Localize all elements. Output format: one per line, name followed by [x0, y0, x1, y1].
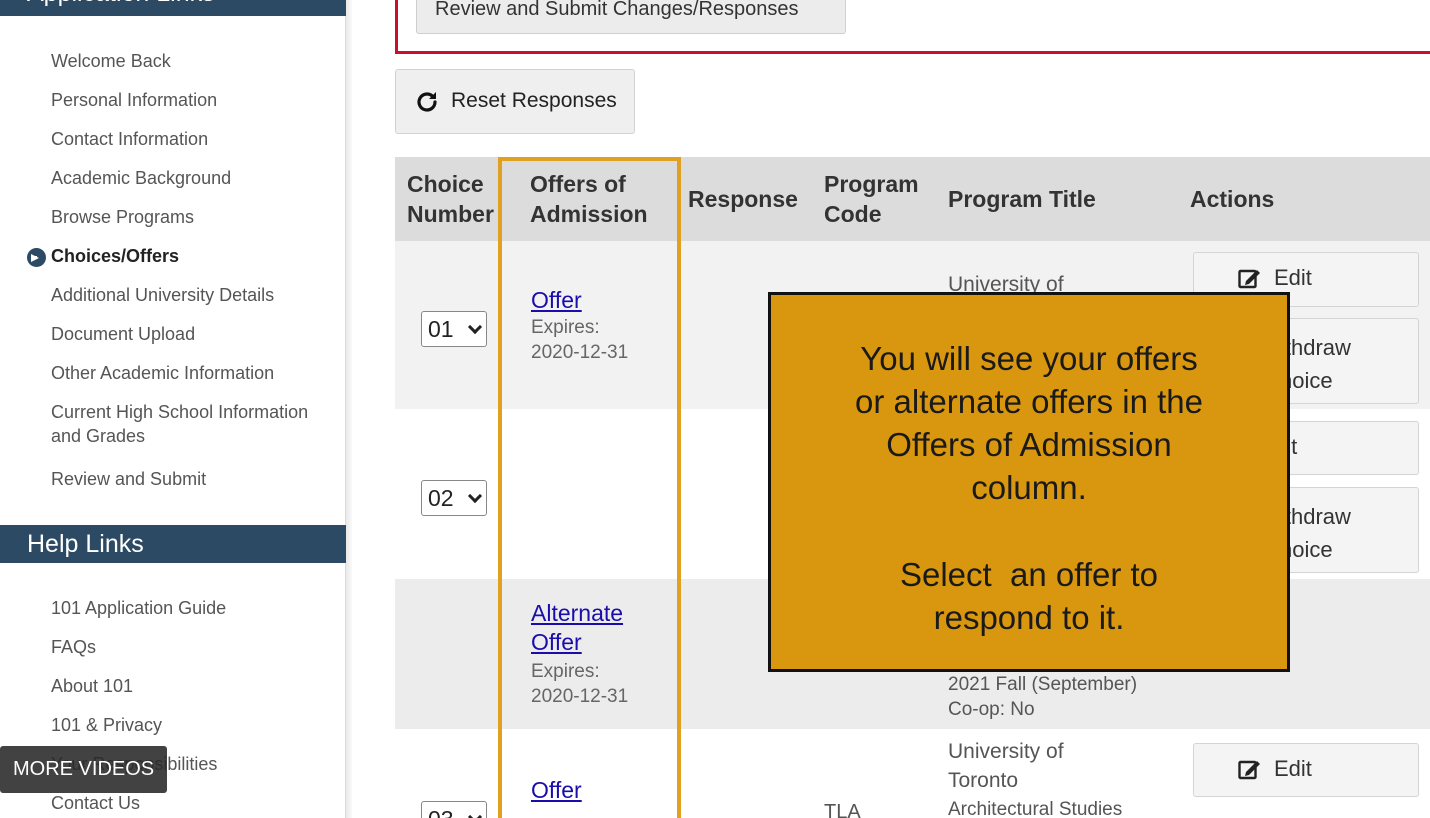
choice-select-value: 01 [428, 316, 454, 342]
chevron-down-icon [467, 319, 483, 335]
choice-select[interactable]: 02 [421, 480, 487, 516]
app-page: Application Links Welcome Back Personal … [0, 0, 1430, 818]
header-choice-line1: Choice [407, 171, 484, 197]
edit-button[interactable]: Edit [1193, 743, 1419, 797]
nav-personal-information[interactable]: Personal Information [51, 88, 341, 112]
nav-contact-us[interactable]: Contact Us [51, 791, 341, 815]
header-code-line1: Program [824, 171, 919, 197]
active-arrow-icon [27, 248, 46, 267]
edit-label: Edit [1274, 756, 1312, 781]
nav-choices-offers[interactable]: Choices/Offers [51, 244, 341, 268]
edit-icon [1238, 269, 1260, 289]
review-submit-button[interactable]: Review and Submit Changes/Responses [416, 0, 846, 34]
nav-additional-university-details[interactable]: Additional University Details [51, 283, 341, 307]
header-choice-line2: Number [407, 201, 494, 227]
callout-line: column. [971, 469, 1087, 506]
choice-select[interactable]: 03 [421, 801, 487, 818]
header-choice-number: Choice Number [407, 169, 494, 229]
edit-icon [1238, 760, 1260, 780]
offers-column-highlight [498, 157, 681, 818]
reset-responses-button[interactable]: Reset Responses [395, 69, 635, 134]
program-title-line3: Architectural Studies [948, 799, 1123, 818]
nav-document-upload[interactable]: Document Upload [51, 322, 341, 346]
header-program-code: Program Code [824, 169, 919, 229]
reset-responses-label: Reset Responses [451, 89, 617, 112]
nav-other-academic-information[interactable]: Other Academic Information [51, 361, 341, 385]
choice-select-value: 03 [428, 806, 454, 818]
program-code: TLA [824, 801, 861, 818]
callout-line: Offers of Admission [886, 426, 1172, 463]
edit-label: Edit [1274, 265, 1312, 290]
callout-paragraph-2: Select an offer to respond to it. [771, 553, 1287, 639]
callout-line: You will see your offers [860, 340, 1198, 377]
nav-application-guide[interactable]: 101 Application Guide [51, 596, 341, 620]
header-program-title: Program Title [948, 186, 1096, 212]
header-code-line2: Code [824, 201, 882, 227]
sidebar: Application Links Welcome Back Personal … [0, 0, 346, 818]
application-links-header: Application Links [0, 0, 346, 16]
help-links-header: Help Links [0, 525, 346, 563]
nav-current-high-school[interactable]: Current High School Information and Grad… [51, 400, 331, 448]
refresh-icon [417, 92, 437, 112]
program-term: 2021 Fall (September) [948, 674, 1138, 695]
nav-academic-background[interactable]: Academic Background [51, 166, 341, 190]
instruction-callout: You will see your offers or alternate of… [768, 292, 1290, 672]
nav-browse-programs[interactable]: Browse Programs [51, 205, 341, 229]
callout-line: or alternate offers in the [855, 383, 1203, 420]
nav-contact-information[interactable]: Contact Information [51, 127, 341, 151]
nav-about[interactable]: About 101 [51, 674, 341, 698]
withdraw-label: ithdraw hoice [1280, 500, 1351, 566]
program-title-line1: University of [948, 740, 1064, 763]
chevron-down-icon [467, 488, 483, 504]
program-title-line2: Toronto [948, 769, 1019, 792]
nav-welcome-back[interactable]: Welcome Back [51, 49, 341, 73]
header-actions: Actions [1190, 186, 1275, 212]
nav-faqs[interactable]: FAQs [51, 635, 341, 659]
withdraw-line1: ithdraw [1280, 335, 1351, 360]
callout-line: respond to it. [933, 599, 1125, 636]
choice-select[interactable]: 01 [421, 311, 487, 347]
program-coop: Co-op: No [948, 699, 1035, 720]
more-videos-button[interactable]: MORE VIDEOS [0, 746, 167, 793]
callout-line: Select an offer to [899, 556, 1159, 593]
nav-review-and-submit[interactable]: Review and Submit [51, 467, 341, 491]
choice-select-value: 02 [428, 485, 454, 511]
withdraw-line1: ithdraw [1280, 504, 1351, 529]
nav-privacy[interactable]: 101 & Privacy [51, 713, 341, 737]
header-response: Response [688, 186, 798, 212]
callout-paragraph-1: You will see your offers or alternate of… [771, 337, 1287, 509]
chevron-down-icon [467, 809, 483, 818]
sidebar-divider [346, 0, 352, 818]
withdraw-label: ithdraw hoice [1280, 331, 1351, 397]
